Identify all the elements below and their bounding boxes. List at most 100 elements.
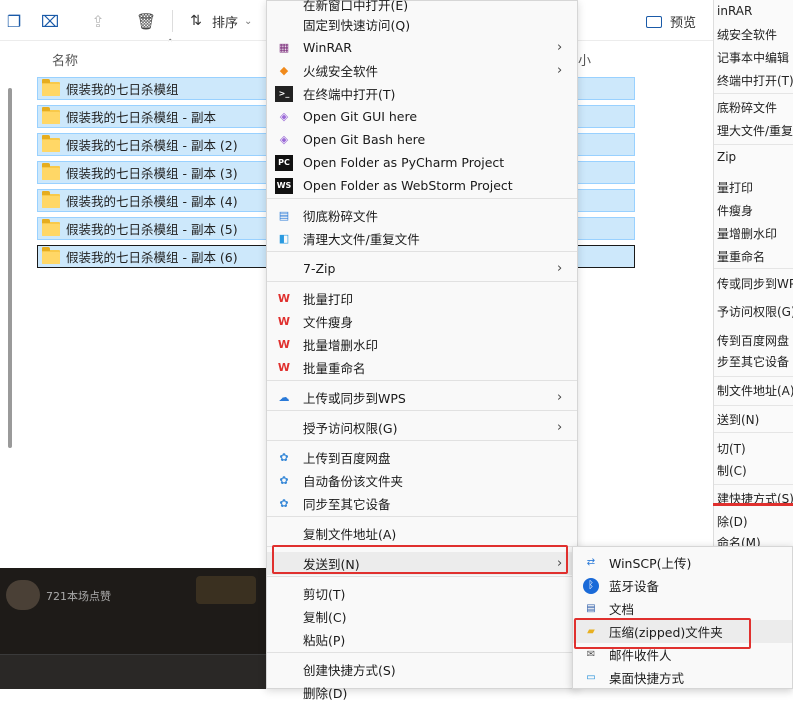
- submenu-item[interactable]: ▭ 桌面快捷方式: [573, 666, 792, 689]
- submenu-item[interactable]: ⇄ WinSCP(上传): [573, 551, 792, 574]
- folder-icon: [42, 106, 60, 124]
- background-menu-item: 理大文件/重复: [717, 124, 793, 138]
- menu-item[interactable]: ◈ Open Git GUI here: [267, 105, 577, 128]
- menu-item[interactable]: ✿ 同步至其它设备: [267, 492, 577, 515]
- menu-item[interactable]: 固定到快速访问(Q): [267, 13, 577, 36]
- sort-button[interactable]: ⇅ 排序 ⌄: [186, 8, 252, 34]
- copy-button[interactable]: ❐: [4, 8, 24, 34]
- background-menu-item: 制(C): [717, 464, 747, 478]
- delete-button[interactable]: 🗑: [136, 8, 156, 34]
- chevron-right-icon: ›: [557, 40, 563, 55]
- submenu-item-label: 桌面快捷方式: [609, 671, 685, 686]
- menu-item[interactable]: 7-Zip ›: [267, 257, 577, 280]
- menu-separator: [267, 198, 577, 199]
- trash-icon: 🗑: [135, 11, 157, 31]
- menu-item[interactable]: W 文件瘦身: [267, 310, 577, 333]
- file-name: 假装我的七日杀模组 - 副本: [66, 110, 216, 125]
- rename-button[interactable]: ⌧: [40, 8, 60, 34]
- menu-item[interactable]: 授予访问权限(G) ›: [267, 416, 577, 439]
- like-count-text: 721本场点赞: [46, 590, 111, 603]
- chevron-right-icon: ›: [557, 390, 563, 405]
- submenu-item-label: 文档: [609, 602, 635, 617]
- huorong-icon: ◆: [279, 64, 289, 77]
- menu-item-label: 上传到百度网盘: [303, 451, 391, 466]
- 7zip-icon: [275, 261, 293, 277]
- context-menu: 在新窗口中打开(E) 固定到快速访问(Q) ▦ WinRAR › ◆ 火绒安全软件 › >_ 在终…: [266, 0, 578, 701]
- menu-item[interactable]: ✿ 上传到百度网盘: [267, 446, 577, 469]
- menu-item[interactable]: W 批量重命名: [267, 356, 577, 379]
- background-menu-item: 送到(N): [717, 413, 760, 427]
- menu-separator: [267, 281, 577, 282]
- menu-item[interactable]: W 批量增删水印: [267, 333, 577, 356]
- menu-item[interactable]: ◆ 火绒安全软件 ›: [267, 59, 577, 82]
- menu-item[interactable]: >_ 在终端中打开(T): [267, 82, 577, 105]
- menu-item[interactable]: ▦ WinRAR ›: [267, 36, 577, 59]
- menu-item[interactable]: W 批量打印: [267, 287, 577, 310]
- menu-separator: [267, 576, 577, 577]
- vertical-scrollbar[interactable]: [8, 88, 12, 448]
- menu-item[interactable]: ◧ 清理大文件/重复文件: [267, 227, 577, 250]
- baidu-backup-icon: ✿: [279, 474, 289, 487]
- menu-separator: [267, 440, 577, 441]
- menu-item-label: 复制(C): [303, 610, 347, 625]
- menu-item[interactable]: WS Open Folder as WebStorm Project: [267, 174, 577, 197]
- background-menu-item: 传或同步到WP: [717, 277, 793, 291]
- baidu-sync-icon: ✿: [279, 497, 289, 510]
- wps-print-icon: W: [277, 292, 291, 305]
- new-window-icon: [275, 0, 293, 13]
- shortcut-icon: [275, 662, 293, 678]
- menu-item[interactable]: 复制文件地址(A): [267, 522, 577, 545]
- copy-icon: ❐: [6, 11, 22, 31]
- menu-item-label: 创建快捷方式(S): [303, 663, 396, 678]
- menu-item[interactable]: ☁ 上传或同步到WPS ›: [267, 386, 577, 409]
- menu-item-label: 粘贴(P): [303, 633, 346, 648]
- folder-icon: [42, 78, 60, 96]
- column-size-header[interactable]: 小: [578, 50, 591, 69]
- menu-item[interactable]: ✿ 自动备份该文件夹: [267, 469, 577, 492]
- file-explorer-window: ❐ ⌧ ⇪ 🗑 ⇅ 排序 ⌄ 名称 ⌃ 假装我的七日杀模组 假装我的七日杀模组 -…: [0, 0, 635, 568]
- sort-label: 排序: [212, 15, 239, 31]
- menu-item-label: 在终端中打开(T): [303, 87, 396, 102]
- background-menu-separator: [714, 93, 793, 94]
- folder-icon: [42, 162, 60, 180]
- copy-path-icon: [275, 526, 293, 542]
- avatar: [6, 580, 40, 610]
- submenu-item-label: 蓝牙设备: [609, 579, 660, 594]
- desktop-icon: ▭: [586, 672, 596, 683]
- share-button[interactable]: ⇪: [88, 8, 108, 34]
- menu-item-label: 彻底粉碎文件: [303, 209, 379, 224]
- winrar-icon: ▦: [278, 41, 290, 54]
- background-menu-item: 记事本中编辑: [717, 51, 790, 65]
- menu-item[interactable]: 粘贴(P): [267, 628, 577, 651]
- menu-item[interactable]: 删除(D): [267, 681, 577, 704]
- highlight-shortcut-bg: [713, 503, 793, 506]
- menu-item-label: 删除(D): [303, 686, 348, 701]
- menu-item[interactable]: 创建快捷方式(S): [267, 658, 577, 681]
- shredder-icon: ▤: [278, 209, 290, 222]
- menu-item[interactable]: 复制(C): [267, 605, 577, 628]
- sort-icon: ⇅: [190, 13, 202, 29]
- background-menu-item: 件瘦身: [717, 204, 754, 218]
- wps-watermark-icon: W: [277, 338, 291, 351]
- copy-icon: [275, 609, 293, 625]
- access-icon: [275, 420, 293, 436]
- submenu-item-label: WinSCP(上传): [609, 556, 692, 571]
- menu-item[interactable]: PC Open Folder as PyCharm Project: [267, 151, 577, 174]
- background-button: [196, 576, 256, 604]
- background-menu-item: 传到百度网盘: [717, 334, 790, 348]
- preview-label: 预览: [670, 16, 697, 31]
- background-menu-separator: [714, 268, 793, 269]
- background-context-menu: inRAR 绒安全软件 记事本中编辑 终端中打开(T) 底粉碎文件 理大文件/重复 Zip 量…: [713, 0, 793, 550]
- winscp-icon: ⇄: [586, 557, 596, 568]
- column-name-header[interactable]: 名称: [52, 50, 78, 69]
- background-menu-separator: [714, 144, 793, 145]
- menu-item[interactable]: 剪切(T): [267, 582, 577, 605]
- menu-item[interactable]: ◈ Open Git Bash here: [267, 128, 577, 151]
- submenu-item[interactable]: ᛒ 蓝牙设备: [573, 574, 792, 597]
- submenu-item[interactable]: ▤ 文档: [573, 597, 792, 620]
- chevron-right-icon: ›: [557, 261, 563, 276]
- chevron-right-icon: ›: [557, 63, 563, 78]
- menu-item[interactable]: ▤ 彻底粉碎文件: [267, 204, 577, 227]
- editor-menu-bar: [0, 654, 270, 689]
- preview-button[interactable]: 预览: [646, 12, 696, 31]
